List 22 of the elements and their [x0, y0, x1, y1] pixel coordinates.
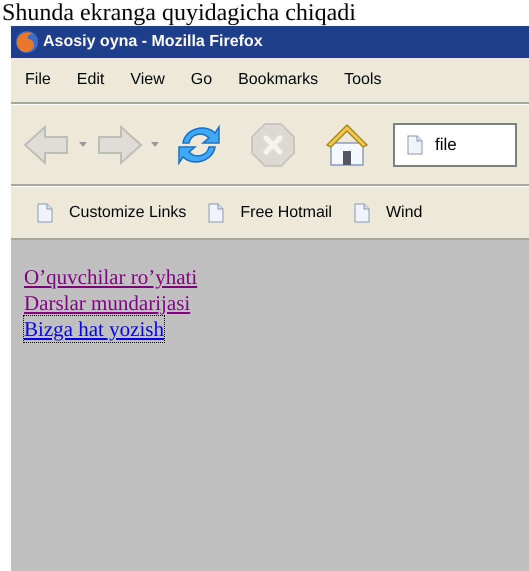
globe-fox-icon — [15, 30, 39, 54]
dropdown-caret-icon[interactable] — [79, 142, 87, 147]
menu-item[interactable]: Go — [190, 68, 212, 92]
menu-item[interactable]: Tools — [344, 68, 382, 92]
page-link[interactable]: O’quvchilar ro’yhati — [24, 264, 198, 290]
menu-item[interactable]: View — [130, 68, 165, 92]
menu-item[interactable]: Bookmarks — [238, 68, 318, 92]
page-icon — [37, 202, 53, 222]
page-icon — [407, 134, 423, 154]
bookmark-link[interactable]: Free Hotmail — [240, 200, 332, 224]
window-title: Asosiy oyna - Mozilla Firefox — [43, 32, 263, 52]
page-link[interactable]: Darslar mundarijasi — [24, 290, 190, 316]
page-icon — [354, 202, 370, 222]
address-field[interactable]: file — [393, 122, 517, 166]
page-link[interactable]: Bizga hat yozish — [24, 316, 164, 342]
bookmark-link[interactable]: Customize Links — [69, 200, 186, 224]
page-icon — [208, 202, 224, 222]
bookmark-link[interactable]: Wind — [386, 200, 422, 224]
menu-item[interactable]: File — [25, 68, 51, 92]
caption-text: Shunda ekranga quyidagicha chiqadi — [1, 0, 357, 26]
menu-item[interactable]: Edit — [76, 68, 104, 92]
dropdown-caret-icon[interactable] — [151, 142, 159, 147]
